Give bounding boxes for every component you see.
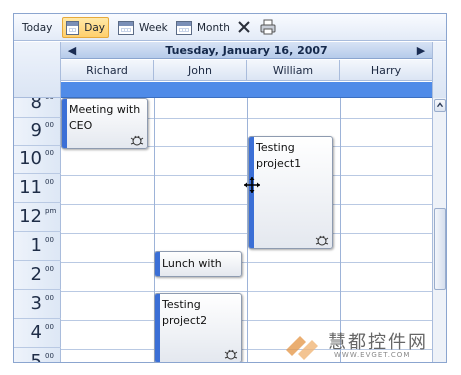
bug-icon bbox=[224, 349, 238, 360]
day-label: Day bbox=[84, 21, 105, 34]
chevron-up-icon bbox=[436, 102, 444, 108]
time-grid[interactable]: 8 00 9 00 10 00 11 00 12 pm 1 00 bbox=[14, 98, 432, 363]
resource-william[interactable]: William bbox=[247, 60, 340, 81]
resource-john[interactable]: John bbox=[154, 60, 247, 81]
watermark-logo-icon bbox=[286, 336, 318, 360]
hour-2: 2 00 bbox=[14, 262, 61, 290]
event-lunch-with[interactable]: Lunch with bbox=[154, 251, 242, 277]
resource-harry[interactable]: Harry bbox=[340, 60, 432, 81]
hour-number: 3 bbox=[30, 293, 42, 314]
resource-header: Richard John William Harry bbox=[61, 60, 432, 81]
column-divider bbox=[340, 98, 341, 362]
bug-icon bbox=[315, 235, 329, 246]
week-view-button[interactable]: Week bbox=[114, 17, 172, 38]
calendar-week-icon bbox=[118, 20, 134, 35]
hour-11: 11 00 bbox=[14, 175, 61, 203]
hour-minutes: 00 bbox=[45, 236, 54, 244]
hour-number: 5 bbox=[30, 351, 42, 363]
event-marker bbox=[155, 252, 160, 276]
hour-number: 12 bbox=[19, 206, 42, 227]
hour-minutes: 00 bbox=[45, 121, 54, 129]
bug-icon bbox=[130, 135, 144, 146]
hour-12: 12 pm bbox=[14, 204, 61, 232]
hour-8: 8 00 bbox=[14, 98, 61, 118]
hour-1: 1 00 bbox=[14, 233, 61, 261]
event-title: Testing project1 bbox=[256, 141, 302, 170]
month-view-button[interactable]: Month bbox=[172, 17, 234, 38]
scroll-thumb[interactable] bbox=[434, 208, 446, 290]
today-button[interactable]: Today bbox=[18, 17, 56, 38]
hour-minutes: 00 bbox=[45, 294, 54, 302]
month-label: Month bbox=[197, 21, 230, 34]
hour-minutes: pm bbox=[45, 207, 57, 215]
date-navigator: ◀ Tuesday, January 16, 2007 ▶ bbox=[61, 42, 432, 59]
hour-5: 5 00 bbox=[14, 349, 61, 363]
chevron-left-icon[interactable]: ◀ bbox=[65, 43, 79, 57]
chevron-right-icon[interactable]: ▶ bbox=[414, 43, 428, 57]
hour-minutes: 00 bbox=[45, 323, 54, 331]
hour-number: 10 bbox=[19, 148, 42, 169]
hour-3: 3 00 bbox=[14, 291, 61, 319]
hour-number: 1 bbox=[30, 235, 42, 256]
resource-label: Harry bbox=[370, 64, 402, 77]
resource-label: John bbox=[188, 64, 212, 77]
vertical-scrollbar[interactable] bbox=[432, 98, 446, 362]
today-label: Today bbox=[22, 21, 53, 34]
all-day-area[interactable] bbox=[61, 82, 432, 98]
hour-4: 4 00 bbox=[14, 320, 61, 348]
event-testing-project2[interactable]: Testing project2 bbox=[154, 293, 242, 362]
event-title: Lunch with bbox=[162, 257, 222, 270]
hour-10: 10 00 bbox=[14, 146, 61, 174]
resource-label: Richard bbox=[86, 64, 128, 77]
watermark: 慧都控件网 WWW.EVGET.COM bbox=[282, 328, 452, 368]
event-marker bbox=[62, 99, 67, 148]
hour-minutes: 00 bbox=[45, 265, 54, 273]
hour-minutes: 00 bbox=[45, 352, 54, 360]
toolbar: Today Day Week Month bbox=[14, 14, 446, 41]
hour-number: 11 bbox=[19, 177, 42, 198]
header-corner bbox=[14, 42, 61, 98]
watermark-url: WWW.EVGET.COM bbox=[334, 351, 411, 359]
day-view-button[interactable]: Day bbox=[62, 17, 109, 38]
resource-richard[interactable]: Richard bbox=[61, 60, 154, 81]
current-date: Tuesday, January 16, 2007 bbox=[165, 43, 328, 57]
hour-number: 4 bbox=[30, 322, 42, 343]
hour-minutes: 00 bbox=[45, 149, 54, 157]
hour-number: 8 bbox=[30, 98, 42, 113]
hour-minutes: 00 bbox=[45, 98, 54, 101]
hour-9: 9 00 bbox=[14, 118, 61, 146]
event-marker bbox=[155, 294, 160, 362]
event-meeting-with-ceo[interactable]: Meeting with CEO bbox=[61, 98, 148, 149]
print-icon[interactable] bbox=[260, 19, 276, 35]
week-label: Week bbox=[139, 21, 168, 34]
time-ruler: 8 00 9 00 10 00 11 00 12 pm 1 00 bbox=[14, 98, 61, 363]
event-title: Meeting with CEO bbox=[69, 103, 141, 132]
event-title: Testing project2 bbox=[162, 298, 208, 327]
hour-number: 2 bbox=[30, 264, 42, 285]
move-cursor-icon bbox=[244, 177, 260, 193]
header-scroll-spacer bbox=[432, 42, 446, 98]
resource-label: William bbox=[272, 64, 314, 77]
calendar-day-icon bbox=[66, 20, 80, 35]
scheduler: Today Day Week Month ◀ Tuesday, January … bbox=[13, 13, 447, 363]
scroll-up-button[interactable] bbox=[434, 99, 446, 112]
hour-number: 9 bbox=[30, 120, 42, 141]
calendar-month-icon bbox=[176, 20, 192, 35]
hour-minutes: 00 bbox=[45, 178, 54, 186]
close-icon[interactable] bbox=[237, 20, 251, 34]
